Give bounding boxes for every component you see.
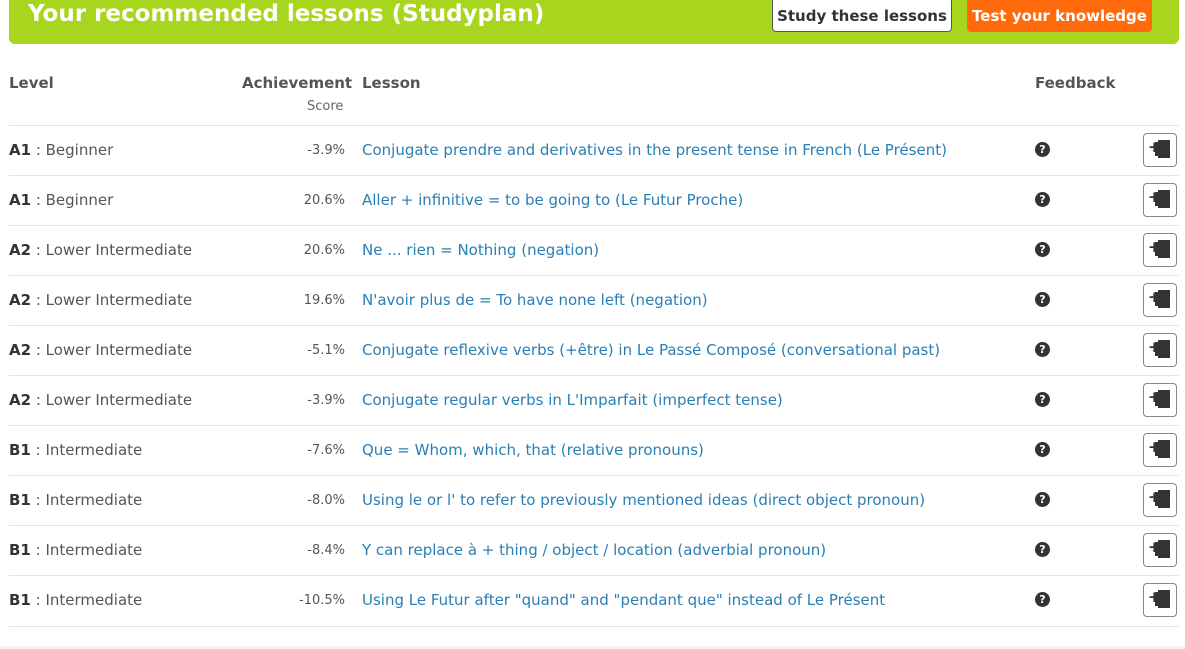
level-name: : Intermediate <box>30 441 143 459</box>
level-cell: B1 : Intermediate <box>9 491 142 509</box>
feedback-header: Feedback <box>1035 74 1116 92</box>
score-cell: -3.9% <box>307 143 345 158</box>
table-row: A2 : Lower Intermediate -3.9% Conjugate re… <box>9 375 1179 426</box>
achievement-header: Achievement <box>242 74 353 92</box>
level-code: A2 <box>9 291 32 309</box>
question-circle-icon[interactable]: ? <box>1035 342 1050 357</box>
add-to-studyplan-button[interactable]: + <box>1143 183 1177 217</box>
lesson-link[interactable]: Que = Whom, which, that (relative pronou… <box>362 441 704 459</box>
add-to-studyplan-button[interactable]: + <box>1143 283 1177 317</box>
level-code: A1 <box>9 141 32 159</box>
question-circle-icon[interactable]: ? <box>1035 442 1050 457</box>
book-icon <box>1155 240 1170 258</box>
score-cell: 20.6% <box>303 193 345 208</box>
level-cell: B1 : Intermediate <box>9 541 142 559</box>
lesson-link[interactable]: Conjugate reflexive verbs (+être) in Le … <box>362 341 940 359</box>
lesson-link[interactable]: Ne ... rien = Nothing (negation) <box>362 241 599 259</box>
question-circle-icon[interactable]: ? <box>1035 392 1050 407</box>
level-cell: A1 : Beginner <box>9 191 113 209</box>
level-name: : Intermediate <box>30 491 143 509</box>
lesson-header: Lesson <box>362 74 421 92</box>
level-name: : Lower Intermediate <box>31 341 193 359</box>
level-name: : Lower Intermediate <box>31 391 193 409</box>
table-row: A1 : Beginner -3.9% Conjugate prendre and … <box>9 125 1179 176</box>
score-cell: -8.0% <box>307 493 345 508</box>
book-icon <box>1155 590 1170 608</box>
table-row: A2 : Lower Intermediate 19.6% N'avoir plus… <box>9 275 1179 326</box>
add-to-studyplan-button[interactable]: + <box>1143 233 1177 267</box>
level-cell: A2 : Lower Intermediate <box>9 341 192 359</box>
score-cell: -8.4% <box>307 543 345 558</box>
score-cell: -5.1% <box>307 343 345 358</box>
banner-title: Your recommended lessons (Studyplan) <box>28 1 545 27</box>
test-knowledge-button[interactable]: Test your knowledge <box>967 0 1152 32</box>
level-cell: A1 : Beginner <box>9 141 113 159</box>
question-circle-icon[interactable]: ? <box>1035 292 1050 307</box>
lesson-link[interactable]: Using Le Futur after "quand" and "pendan… <box>362 591 885 609</box>
lesson-link[interactable]: N'avoir plus de = To have none left (neg… <box>362 291 708 309</box>
table-row: B1 : Intermediate -8.4% Y can replace à + … <box>9 525 1179 576</box>
book-icon <box>1155 390 1170 408</box>
level-name: : Lower Intermediate <box>31 291 193 309</box>
score-cell: -3.9% <box>307 393 345 408</box>
level-cell: B1 : Intermediate <box>9 441 142 459</box>
table-row: A2 : Lower Intermediate -5.1% Conjugate re… <box>9 325 1179 376</box>
question-circle-icon[interactable]: ? <box>1035 142 1050 157</box>
question-circle-icon[interactable]: ? <box>1035 542 1050 557</box>
level-cell: A2 : Lower Intermediate <box>9 391 192 409</box>
lesson-link[interactable]: Y can replace à + thing / object / locat… <box>362 541 826 559</box>
book-icon <box>1155 290 1170 308</box>
question-circle-icon[interactable]: ? <box>1035 592 1050 607</box>
level-name: : Beginner <box>31 141 114 159</box>
add-to-studyplan-button[interactable]: + <box>1143 483 1177 517</box>
lesson-link[interactable]: Conjugate prendre and derivatives in the… <box>362 141 947 159</box>
score-cell: -10.5% <box>299 593 345 608</box>
table-row: A1 : Beginner 20.6% Aller + infinitive = t… <box>9 175 1179 226</box>
level-code: A2 <box>9 241 32 259</box>
score-subheader: Score <box>307 99 344 114</box>
score-cell: 19.6% <box>303 293 345 308</box>
table-row: B1 : Intermediate -8.0% Using le or l' to … <box>9 475 1179 526</box>
book-icon <box>1155 140 1170 158</box>
level-code: B1 <box>9 541 31 559</box>
question-circle-icon[interactable]: ? <box>1035 492 1050 507</box>
level-header: Level <box>9 74 54 92</box>
level-code: B1 <box>9 491 31 509</box>
add-to-studyplan-button[interactable]: + <box>1143 533 1177 567</box>
score-cell: -7.6% <box>307 443 345 458</box>
level-name: : Beginner <box>31 191 114 209</box>
book-icon <box>1155 440 1170 458</box>
table-row: B1 : Intermediate -7.6% Que = Whom, which,… <box>9 425 1179 476</box>
add-to-studyplan-button[interactable]: + <box>1143 383 1177 417</box>
table-row: A2 : Lower Intermediate 20.6% Ne ... rien … <box>9 225 1179 276</box>
level-code: A1 <box>9 191 32 209</box>
add-to-studyplan-button[interactable]: + <box>1143 133 1177 167</box>
level-code: A2 <box>9 341 32 359</box>
question-circle-icon[interactable]: ? <box>1035 192 1050 207</box>
lesson-link[interactable]: Conjugate regular verbs in L'Imparfait (… <box>362 391 783 409</box>
book-icon <box>1155 490 1170 508</box>
level-cell: A2 : Lower Intermediate <box>9 241 192 259</box>
level-name: : Intermediate <box>30 591 143 609</box>
level-cell: B1 : Intermediate <box>9 591 142 609</box>
level-code: B1 <box>9 441 31 459</box>
question-circle-icon[interactable]: ? <box>1035 242 1050 257</box>
score-cell: 20.6% <box>303 243 345 258</box>
level-cell: A2 : Lower Intermediate <box>9 291 192 309</box>
book-icon <box>1155 540 1170 558</box>
add-to-studyplan-button[interactable]: + <box>1143 433 1177 467</box>
level-name: : Lower Intermediate <box>31 241 193 259</box>
level-name: : Intermediate <box>30 541 143 559</box>
level-code: A2 <box>9 391 32 409</box>
lesson-link[interactable]: Using le or l' to refer to previously me… <box>362 491 925 509</box>
level-code: B1 <box>9 591 31 609</box>
study-lessons-button[interactable]: Study these lessons <box>772 0 952 32</box>
lesson-link[interactable]: Aller + infinitive = to be going to (Le … <box>362 191 743 209</box>
book-icon <box>1155 340 1170 358</box>
book-icon <box>1155 190 1170 208</box>
table-row: B1 : Intermediate -10.5% Using Le Futur af… <box>9 575 1179 627</box>
add-to-studyplan-button[interactable]: + <box>1143 333 1177 367</box>
add-to-studyplan-button[interactable]: + <box>1143 583 1177 617</box>
